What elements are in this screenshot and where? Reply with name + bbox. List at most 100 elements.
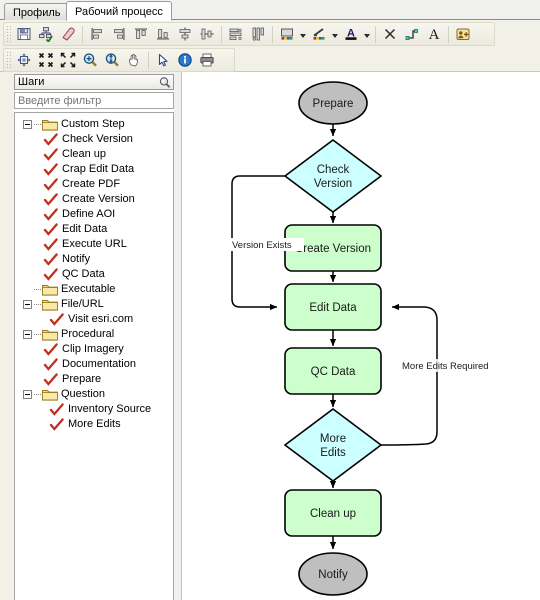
toolbar-grip[interactable] [6, 51, 11, 69]
tree-step-label: Execute URL [62, 238, 127, 250]
text-icon[interactable]: A [423, 24, 445, 45]
tree-step-more-edits[interactable]: More Edits [15, 417, 173, 432]
edge-label-version-exists: Version Exists [232, 240, 292, 251]
node-more-edits-label-line2: Edits [320, 447, 346, 459]
align-left-icon[interactable] [86, 24, 108, 45]
align-top-icon[interactable] [130, 24, 152, 45]
tree-step-label: Prepare [62, 373, 102, 385]
save-icon[interactable] [13, 24, 35, 45]
step-check-icon [49, 403, 65, 416]
step-check-icon [49, 418, 65, 431]
tree-step-clip-imagery[interactable]: Clip Imagery [15, 342, 173, 357]
step-check-icon [43, 268, 59, 281]
fill-color-icon[interactable] [276, 24, 298, 45]
tree-step-execute-url[interactable]: Execute URL [15, 237, 173, 252]
tab-profile[interactable]: Профиль [4, 3, 70, 20]
tree-step-edit-data[interactable]: Edit Data [15, 222, 173, 237]
expander-icon[interactable] [23, 330, 32, 339]
font-color-dropdown-icon[interactable] [362, 24, 372, 45]
tree-group-question[interactable]: Question [15, 387, 173, 402]
select-icon[interactable] [152, 50, 174, 71]
workflow-canvas[interactable]: Prepare Check Version Create Version Edi… [181, 72, 540, 600]
tree-step-clean-up[interactable]: Clean up [15, 147, 173, 162]
find-replace-icon[interactable] [452, 24, 474, 45]
align-center-horizontal-icon[interactable] [196, 24, 218, 45]
toolbar-separator [448, 25, 449, 43]
expander-icon[interactable] [23, 390, 32, 399]
tree-step-label: QC Data [62, 268, 105, 280]
node-check-version-label-line2: Version [314, 178, 352, 190]
connector-icon[interactable] [401, 24, 423, 45]
magnifier-icon[interactable] [157, 75, 171, 89]
tree-step-create-version[interactable]: Create Version [15, 192, 173, 207]
steps-tree[interactable]: Custom Step Check Version Clean up Crap Edi… [14, 112, 174, 600]
tree-step-label: Create PDF [62, 178, 121, 190]
steps-panel-header: Шаги [14, 74, 174, 90]
expander-placeholder-icon [23, 285, 32, 294]
tree-step-notify[interactable]: Notify [15, 252, 173, 267]
distribute-vertical-icon[interactable] [247, 24, 269, 45]
toolbar-grip[interactable] [6, 25, 11, 43]
edit-toolbar: A A [3, 22, 495, 46]
tree-step-label: Check Version [62, 133, 133, 145]
node-clean-up[interactable]: Clean up [284, 489, 382, 537]
tree-group-file-url[interactable]: File/URL [15, 297, 173, 312]
filter-input[interactable] [14, 92, 174, 109]
tree-group-label: File/URL [61, 298, 104, 310]
align-right-icon[interactable] [108, 24, 130, 45]
steps-panel-title: Шаги [18, 76, 45, 88]
folder-icon [42, 298, 58, 311]
node-prepare[interactable]: Prepare [298, 81, 368, 125]
zoom-out-full-icon[interactable] [35, 50, 57, 71]
toolbar-separator [375, 25, 376, 43]
delete-icon[interactable] [379, 24, 401, 45]
pan-icon[interactable] [123, 50, 145, 71]
step-check-icon [43, 148, 59, 161]
distribute-horizontal-icon[interactable] [225, 24, 247, 45]
tree-step-visit-esri-com[interactable]: Visit esri.com [15, 312, 173, 327]
zoom-to-selection-icon[interactable] [13, 50, 35, 71]
tree-group-executable[interactable]: Executable [15, 282, 173, 297]
node-notify[interactable]: Notify [298, 552, 368, 596]
node-create-version-label: Create Version [295, 243, 371, 255]
tree-group-procedural[interactable]: Procedural [15, 327, 173, 342]
tree-step-documentation[interactable]: Documentation [15, 357, 173, 372]
align-bottom-icon[interactable] [152, 24, 174, 45]
expander-icon[interactable] [23, 300, 32, 309]
tree-step-check-version[interactable]: Check Version [15, 132, 173, 147]
tree-step-define-aoi[interactable]: Define AOI [15, 207, 173, 222]
tab-profile-label: Профиль [13, 7, 61, 19]
validate-workflow-icon[interactable] [35, 24, 57, 45]
tree-step-label: Edit Data [62, 223, 108, 235]
font-color-icon[interactable]: A [340, 24, 362, 45]
node-check-version[interactable]: Check Version [283, 139, 383, 213]
panel-splitter[interactable] [174, 74, 180, 600]
clear-icon[interactable] [57, 24, 79, 45]
zoom-full-extent-icon[interactable] [57, 50, 79, 71]
tree-step-crap-edit-data[interactable]: Crap Edit Data [15, 162, 173, 177]
zoom-in-icon[interactable] [79, 50, 101, 71]
tree-step-qc-data[interactable]: QC Data [15, 267, 173, 282]
align-center-vertical-icon[interactable] [174, 24, 196, 45]
node-edit-data[interactable]: Edit Data [284, 283, 382, 331]
tree-step-label: Notify [62, 253, 91, 265]
identify-icon[interactable] [174, 50, 196, 71]
tree-step-prepare[interactable]: Prepare [15, 372, 173, 387]
tree-connector [34, 304, 41, 305]
fill-color-dropdown-icon[interactable] [298, 24, 308, 45]
tree-group-custom-step[interactable]: Custom Step [15, 117, 173, 132]
tree-step-inventory-source[interactable]: Inventory Source [15, 402, 173, 417]
expander-icon[interactable] [23, 120, 32, 129]
node-qc-data[interactable]: QC Data [284, 347, 382, 395]
tree-group-label: Procedural [61, 328, 115, 340]
tree-step-create-pdf[interactable]: Create PDF [15, 177, 173, 192]
line-color-dropdown-icon[interactable] [330, 24, 340, 45]
zoom-dynamic-icon[interactable] [101, 50, 123, 71]
node-qc-data-label: QC Data [311, 366, 356, 378]
line-color-icon[interactable] [308, 24, 330, 45]
tree-step-label: Define AOI [62, 208, 116, 220]
node-more-edits[interactable]: More Edits [283, 408, 383, 482]
toolbar-separator [82, 25, 83, 43]
tab-workflow[interactable]: Рабочий процесс [66, 1, 172, 21]
print-icon[interactable] [196, 50, 218, 71]
